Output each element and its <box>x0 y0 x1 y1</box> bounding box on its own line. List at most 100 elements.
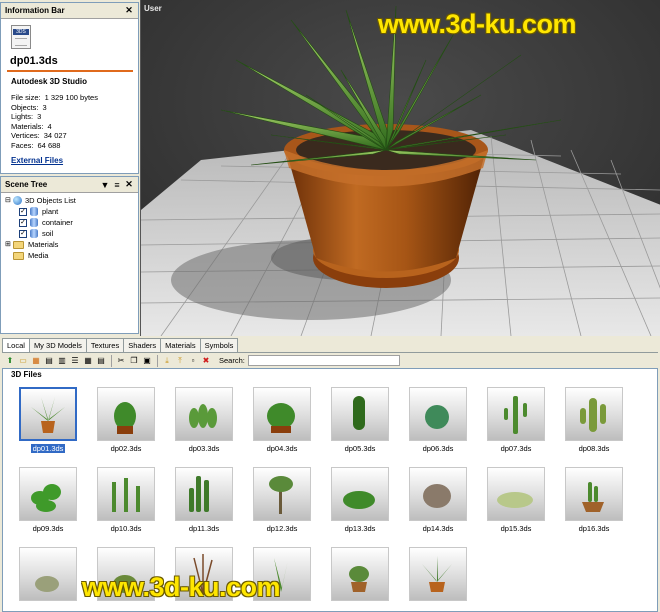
file-thumb-dp02[interactable]: dp02.3ds <box>97 387 155 453</box>
info-row-lights: Lights: 3 <box>11 112 42 121</box>
export-icon[interactable]: ⤒ <box>174 355 186 367</box>
import-icon[interactable]: ⤓ <box>161 355 173 367</box>
tree-node-plant[interactable]: ✓ plant <box>5 206 76 217</box>
viewport-label: User <box>144 4 162 13</box>
info-row-faces: Faces: 64 688 <box>11 140 61 150</box>
tree-node-materials[interactable]: ⊞ Materials <box>5 239 76 250</box>
file-thumb-dp11[interactable]: dp11.3ds <box>175 467 233 533</box>
tab-local[interactable]: Local <box>2 338 30 352</box>
tree-node-objects-list[interactable]: ⊟ 3D Objects List <box>5 195 76 206</box>
plant-preview-image <box>409 547 467 601</box>
file-info-list: File size: 1 329 100 bytes Objects: 3 Ligh… <box>11 93 98 150</box>
file-thumb-dp09[interactable]: dp09.3ds <box>19 467 77 533</box>
file-thumb-row3-5[interactable] <box>331 547 389 601</box>
visibility-checkbox[interactable]: ✓ <box>19 229 27 238</box>
file-thumb-dp05[interactable]: dp05.3ds <box>331 387 389 453</box>
dropdown-arrow-icon[interactable]: ▼ <box>100 180 110 190</box>
cactus-preview-image <box>253 387 311 441</box>
browser-toolbar: ⬆ ▭ ▦ ▤ ▥ ☰ ▦ ▤ ✂ ❐ ▣ ⤓ ⤒ ▫ ✖ Search: <box>2 352 658 368</box>
menu-lines-icon[interactable]: ≡ <box>112 180 122 190</box>
visibility-checkbox[interactable]: ✓ <box>19 207 27 216</box>
plant-preview-image <box>19 547 77 601</box>
tree-node-container[interactable]: ✓ container <box>5 217 76 228</box>
info-row-objects: Objects: 3 <box>11 102 47 112</box>
new-folder-icon[interactable]: ▭ <box>17 355 29 367</box>
file-thumb-dp10[interactable]: dp10.3ds <box>97 467 155 533</box>
tree-node-soil[interactable]: ✓ soil <box>5 228 76 239</box>
file-label: dp03.3ds <box>188 444 220 453</box>
tab-shaders[interactable]: Shaders <box>123 338 162 352</box>
file-label: dp09.3ds <box>32 524 64 533</box>
divider <box>7 70 133 72</box>
cactus-preview-image <box>331 387 389 441</box>
expand-icon[interactable]: ⊞ <box>5 239 13 250</box>
tree-node-media[interactable]: Media <box>5 250 76 261</box>
file-thumb-dp08[interactable]: dp08.3ds <box>565 387 623 453</box>
file-thumb-dp12[interactable]: dp12.3ds <box>253 467 311 533</box>
view-table-icon[interactable]: ▤ <box>95 355 107 367</box>
file-thumb-dp16[interactable]: dp16.3ds <box>565 467 623 533</box>
file-label: dp05.3ds <box>344 444 376 453</box>
file-name: dp01.3ds <box>10 55 58 67</box>
copy-icon[interactable]: ❐ <box>128 355 140 367</box>
cut-icon[interactable]: ✂ <box>115 355 127 367</box>
visibility-checkbox[interactable]: ✓ <box>19 218 27 227</box>
close-icon[interactable]: ✕ <box>124 5 134 16</box>
file-thumb-dp01[interactable]: dp01.3ds <box>19 387 77 453</box>
folder-up-icon[interactable]: ⬆ <box>4 355 16 367</box>
save-icon[interactable]: ▫ <box>187 355 199 367</box>
view-list-icon[interactable]: ☰ <box>69 355 81 367</box>
view-small-icon[interactable]: ▥ <box>56 355 68 367</box>
file-thumb-dp07[interactable]: dp07.3ds <box>487 387 545 453</box>
paste-icon[interactable]: ▣ <box>141 355 153 367</box>
file-label: dp08.3ds <box>578 444 610 453</box>
cactus-preview-image <box>97 467 155 521</box>
file-thumb-row3-1[interactable] <box>19 547 77 601</box>
tab-symbols[interactable]: Symbols <box>199 338 239 352</box>
file-thumb-dp04[interactable]: dp04.3ds <box>253 387 311 453</box>
folder-icon <box>13 240 24 249</box>
watermark-text: www.3d-ku.com <box>82 572 281 602</box>
information-bar-panel: Information Bar ✕ 3DS dp01.3ds Autodesk … <box>0 2 139 174</box>
search-label: Search: <box>219 356 245 365</box>
cactus-preview-image <box>487 387 545 441</box>
file-label: dp11.3ds <box>188 524 220 533</box>
cactus-preview-image <box>565 387 623 441</box>
file-thumb-dp06[interactable]: dp06.3ds <box>409 387 467 453</box>
view-large-icon[interactable]: ▦ <box>30 355 42 367</box>
3d-viewport[interactable]: User www.3d-ku.com <box>140 0 660 336</box>
tab-my-3d-models[interactable]: My 3D Models <box>28 338 87 352</box>
collapse-icon[interactable]: ⊟ <box>5 195 13 206</box>
file-thumb-dp15[interactable]: dp15.3ds <box>487 467 545 533</box>
file-thumb-dp13[interactable]: dp13.3ds <box>331 467 389 533</box>
file-thumb-row3-6[interactable] <box>409 547 467 601</box>
view-medium-icon[interactable]: ▤ <box>43 355 55 367</box>
app-name: Autodesk 3D Studio <box>11 77 88 86</box>
tab-materials[interactable]: Materials <box>160 338 201 352</box>
plant-preview-image <box>565 467 623 521</box>
close-icon[interactable]: ✕ <box>124 179 134 190</box>
3ds-file-icon: 3DS <box>11 25 31 49</box>
file-label: dp12.3ds <box>266 524 298 533</box>
mesh-object-icon <box>30 207 38 216</box>
file-thumb-dp14[interactable]: dp14.3ds <box>409 467 467 533</box>
delete-icon[interactable]: ✖ <box>200 355 212 367</box>
file-label: dp13.3ds <box>344 524 376 533</box>
scene-tree-panel: Scene Tree ▼ ≡ ✕ ⊟ 3D Objects List ✓ pla… <box>0 176 139 334</box>
cactus-preview-image <box>409 387 467 441</box>
scene-tree-header: Scene Tree ▼ ≡ ✕ <box>1 177 138 193</box>
file-thumb-dp03[interactable]: dp03.3ds <box>175 387 233 453</box>
cactus-preview-image <box>19 467 77 521</box>
cactus-preview-image <box>175 387 233 441</box>
information-bar-title: Information Bar <box>5 6 65 15</box>
file-browser: Local My 3D Models Textures Shaders Mate… <box>0 336 660 612</box>
view-details-icon[interactable]: ▦ <box>82 355 94 367</box>
external-files-link[interactable]: External Files <box>11 156 63 165</box>
cactus-preview-image <box>175 467 233 521</box>
tab-textures[interactable]: Textures <box>85 338 125 352</box>
search-input[interactable] <box>247 355 400 366</box>
mesh-object-icon <box>30 229 38 238</box>
file-type-tag: 3DS <box>13 29 29 35</box>
file-label: dp07.3ds <box>500 444 532 453</box>
file-label: dp01.3ds <box>31 444 65 453</box>
